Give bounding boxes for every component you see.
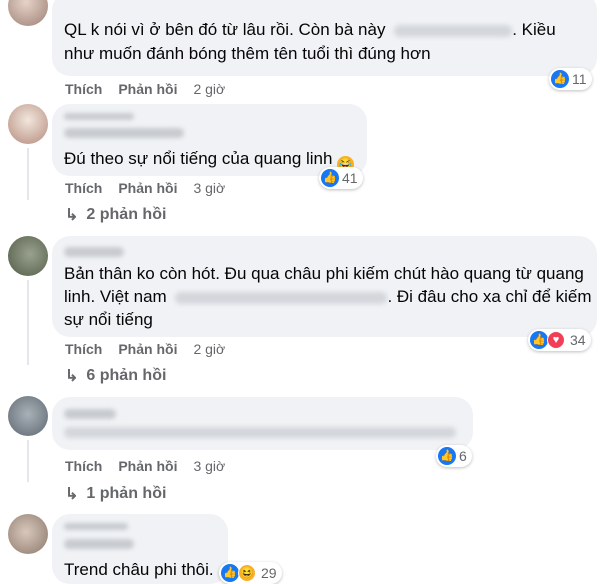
comment-bubble [52, 397, 473, 450]
comment-text: linh. Việt nam . Đi đâu cho xa chỉ để ki… [64, 287, 592, 306]
timestamp[interactable]: 2 giờ [193, 341, 225, 357]
replies-count: 2 phản hồi [86, 206, 167, 223]
comment-text: Bản thân ko còn hót. Đu qua châu phi kiế… [64, 264, 584, 283]
comment-meta: Thích Phản hồi 2 giờ [65, 81, 225, 97]
reply-arrow-icon: ↳ [65, 368, 79, 385]
reply-action[interactable]: Phản hồi [118, 180, 177, 196]
like-icon: 👍 [321, 169, 339, 187]
reaction-count: 6 [459, 448, 467, 464]
blurred-name [64, 539, 134, 549]
reaction-count: 29 [261, 565, 277, 581]
reply-action[interactable]: Phản hồi [118, 458, 177, 474]
timestamp[interactable]: 3 giờ [193, 180, 225, 196]
reaction-count: 41 [342, 170, 358, 186]
like-action[interactable]: Thích [65, 81, 102, 97]
comment-text: như muốn đánh bóng thêm tên tuổi thì đún… [64, 44, 431, 63]
reply-arrow-icon: ↳ [65, 207, 79, 224]
like-icon: 👍 [438, 447, 456, 465]
replies-count: 1 phản hồi [86, 485, 167, 502]
thread-line [27, 148, 29, 200]
haha-icon: 😆 [238, 564, 256, 582]
comment-meta: Thích Phản hồi 3 giờ [65, 458, 225, 474]
like-icon: 👍 [530, 331, 548, 349]
blurred-text [394, 24, 513, 37]
reply-action[interactable]: Phản hồi [118, 81, 177, 97]
avatar[interactable] [8, 396, 48, 436]
comment-meta: Thích Phản hồi 2 giờ [65, 341, 225, 357]
like-action[interactable]: Thích [65, 458, 102, 474]
reply-arrow-icon: ↳ [65, 486, 79, 503]
thread-line [27, 280, 29, 365]
like-icon: 👍 [551, 70, 569, 88]
reaction-summary[interactable]: 👍 6 [436, 445, 472, 467]
blurred-text [175, 291, 388, 304]
reply-action[interactable]: Phản hồi [118, 341, 177, 357]
reaction-count: 34 [570, 332, 586, 348]
reaction-summary[interactable]: 👍 ♥ 34 [528, 329, 591, 351]
blurred-name [64, 247, 124, 257]
blurred-name [64, 113, 134, 120]
comment-bubble: Bản thân ko còn hót. Đu qua châu phi kiế… [52, 236, 597, 337]
replies-count: 6 phản hồi [86, 367, 167, 384]
comment-text: Trend châu phi thôi. [64, 560, 214, 579]
like-action[interactable]: Thích [65, 180, 102, 196]
comment-bubble: QL k nói vì ở bên đó từ lâu rồi. Còn bà … [52, 0, 597, 76]
view-replies-link[interactable]: ↳ 1 phản hồi [65, 484, 166, 504]
thread-line [27, 440, 29, 482]
reaction-count: 11 [572, 71, 587, 87]
timestamp[interactable]: 2 giờ [193, 81, 225, 97]
reaction-summary[interactable]: 👍 41 [319, 167, 363, 189]
like-action[interactable]: Thích [65, 341, 102, 357]
avatar[interactable] [8, 514, 48, 554]
comment-meta: Thích Phản hồi 3 giờ [65, 180, 225, 196]
reaction-summary[interactable]: 👍 😆 29 [219, 562, 282, 584]
avatar[interactable] [8, 0, 48, 26]
comment-text: sự nổi tiếng [64, 310, 153, 329]
avatar[interactable] [8, 236, 48, 276]
blurred-name [64, 128, 184, 138]
reaction-summary[interactable]: 👍 11 [549, 68, 592, 90]
blurred-name [64, 409, 116, 419]
blurred-name [64, 523, 128, 530]
comment-bubble: Trend châu phi thôi. [52, 514, 228, 584]
comment-text: QL k nói vì ở bên đó từ lâu rồi. Còn bà … [64, 20, 556, 39]
comment-bubble: Đú theo sự nổi tiếng của quang linh 😂 [52, 104, 367, 176]
love-icon: ♥ [547, 331, 565, 349]
comment-text: Đú theo sự nổi tiếng của quang linh 😂 [64, 148, 355, 173]
blurred-text [64, 427, 456, 438]
view-replies-link[interactable]: ↳ 6 phản hồi [65, 366, 166, 386]
like-icon: 👍 [221, 564, 239, 582]
avatar[interactable] [8, 104, 48, 144]
view-replies-link[interactable]: ↳ 2 phản hồi [65, 205, 166, 225]
timestamp[interactable]: 3 giờ [193, 458, 225, 474]
